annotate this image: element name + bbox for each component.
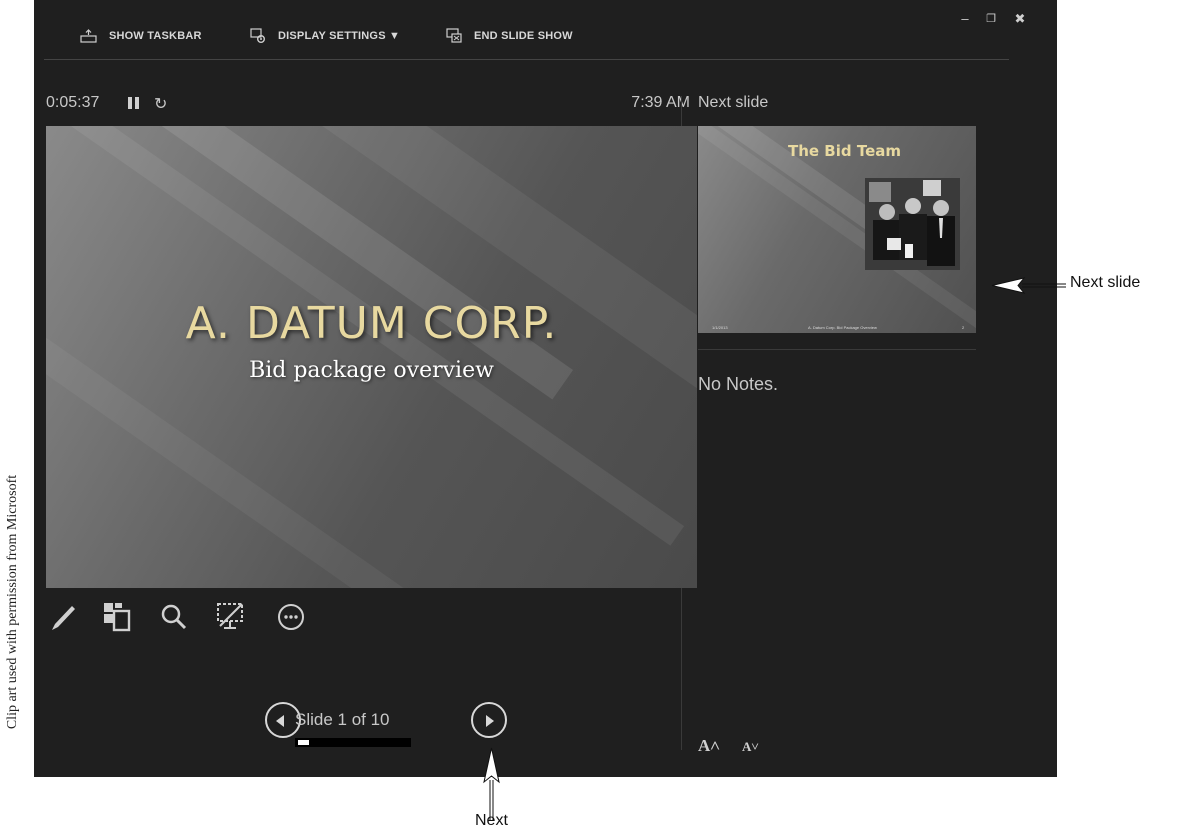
next-annotation: Next (475, 812, 508, 829)
next-button-callout-arrow (483, 747, 500, 820)
next-slide-callout-arrow (991, 277, 1066, 294)
callout-arrows (483, 277, 1066, 820)
next-slide-annotation: Next slide (1070, 274, 1141, 291)
